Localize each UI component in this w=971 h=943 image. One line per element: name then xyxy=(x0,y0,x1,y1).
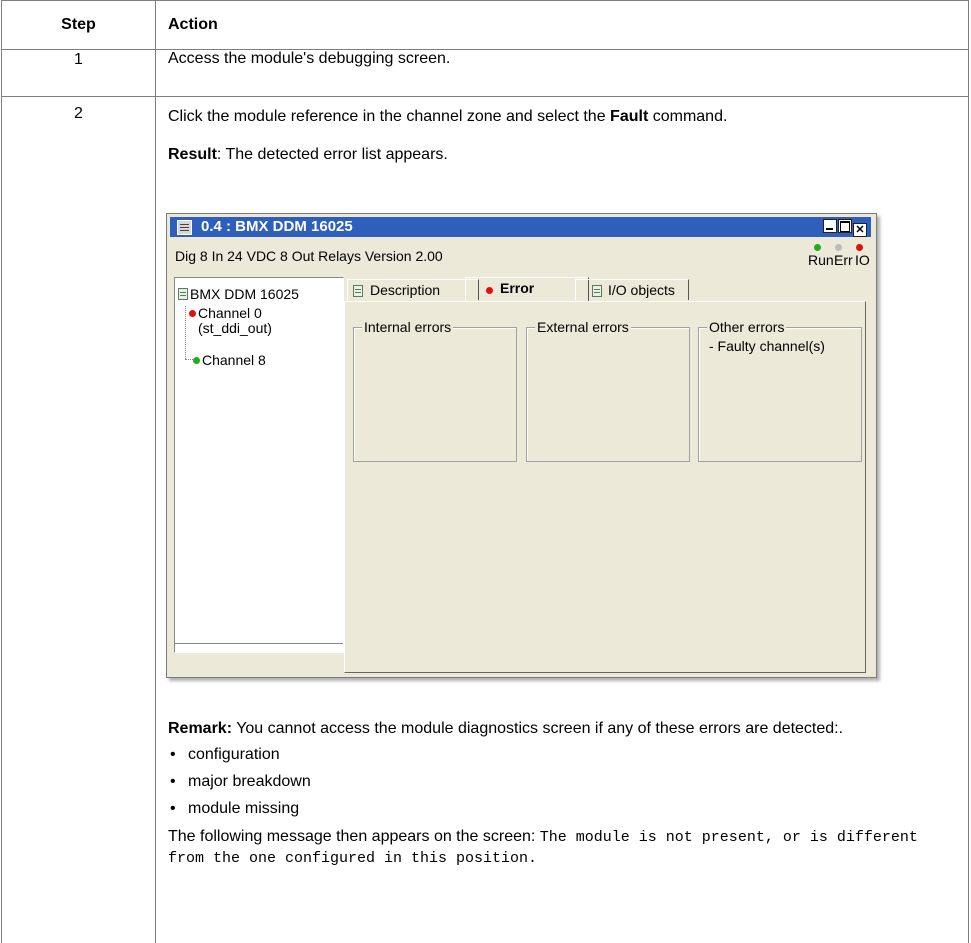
other-errors-group: Other errors - Faulty channel(s) xyxy=(698,327,862,462)
tab-strip: Description Error I/O objects xyxy=(347,279,869,301)
table-row: 1 Access the module's debugging screen. xyxy=(2,50,969,97)
tree-scrollbar[interactable] xyxy=(175,643,343,652)
module-window: 0.4 : BMX DDM 16025 ✕ Dig 8 In 24 VDC 8 … xyxy=(166,213,877,678)
list-item: major breakdown xyxy=(168,773,956,791)
description-icon xyxy=(353,285,363,297)
tree-channel-8[interactable]: Channel 8 xyxy=(193,352,266,368)
instruction-text: Click the module reference in the channe… xyxy=(168,107,956,126)
step-action: Access the module's debugging screen. xyxy=(156,50,969,97)
error-list: configuration major breakdown module mis… xyxy=(168,746,956,818)
internal-errors-label: Internal errors xyxy=(362,319,453,335)
err-led-label: Err xyxy=(834,252,853,268)
io-led-label: IO xyxy=(855,252,870,268)
module-info-bar: Dig 8 In 24 VDC 8 Out Relays Version 2.0… xyxy=(170,238,871,274)
minimize-icon[interactable] xyxy=(823,219,837,233)
channel-ok-dot-icon xyxy=(193,357,200,364)
list-item: module missing xyxy=(168,800,956,818)
table-header-row: Step Action xyxy=(2,1,969,50)
error-panel: Internal errors External errors Other er… xyxy=(344,301,866,673)
tab-description[interactable]: Description xyxy=(347,279,479,300)
external-errors-label: External errors xyxy=(535,319,631,335)
message-text: The following message then appears on th… xyxy=(168,827,956,869)
run-led-icon xyxy=(814,244,821,251)
window-icon xyxy=(177,220,192,235)
faulty-channels-text: - Faulty channel(s) xyxy=(709,338,825,354)
internal-errors-group: Internal errors xyxy=(353,327,517,462)
tab-error[interactable]: Error xyxy=(465,277,589,301)
list-item: configuration xyxy=(168,746,956,764)
other-errors-label: Other errors xyxy=(707,319,786,335)
channel-tree: BMX DDM 16025 Channel 0 (st_ddi_out) Cha… xyxy=(174,277,344,653)
window-titlebar: 0.4 : BMX DDM 16025 ✕ xyxy=(170,217,871,237)
external-errors-group: External errors xyxy=(526,327,690,462)
step-column-header: Step xyxy=(2,1,156,50)
tree-channel-0[interactable]: Channel 0 (st_ddi_out) xyxy=(189,306,272,336)
step-number: 1 xyxy=(2,50,156,97)
step-number: 2 xyxy=(2,97,156,943)
tree-connector xyxy=(185,359,193,361)
result-text: Result: The detected error list appears. xyxy=(168,145,956,164)
io-led-icon xyxy=(856,244,863,251)
status-leds: Run Err IO xyxy=(808,244,866,272)
maximize-icon[interactable] xyxy=(838,219,852,233)
channel-error-dot-icon xyxy=(189,310,196,317)
io-objects-icon xyxy=(592,285,602,297)
fault-command-label: Fault xyxy=(610,108,648,125)
module-description: Dig 8 In 24 VDC 8 Out Relays Version 2.0… xyxy=(175,248,443,264)
err-led-icon xyxy=(835,244,842,251)
module-icon xyxy=(178,288,188,300)
window-controls: ✕ xyxy=(822,219,867,237)
close-icon[interactable]: ✕ xyxy=(853,223,867,237)
action-column-header: Action xyxy=(156,1,969,50)
tree-connector xyxy=(185,306,187,359)
tab-io-objects[interactable]: I/O objects xyxy=(575,279,689,300)
error-dot-icon xyxy=(486,287,493,294)
remark-text: Remark: You cannot access the module dia… xyxy=(168,719,956,738)
window-title: 0.4 : BMX DDM 16025 xyxy=(201,218,353,235)
run-led-label: Run xyxy=(808,252,834,268)
tree-module-node[interactable]: BMX DDM 16025 xyxy=(178,286,299,302)
